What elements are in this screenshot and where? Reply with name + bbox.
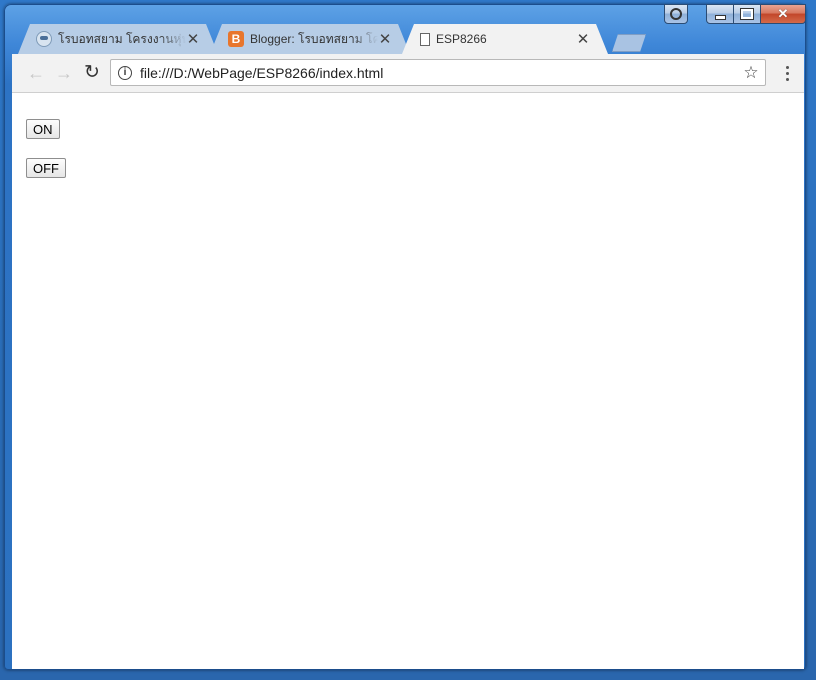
robot-favicon-icon [36, 31, 52, 47]
url-text[interactable]: file:///D:/WebPage/ESP8266/index.html [140, 65, 741, 81]
blogger-favicon-icon: B [228, 31, 244, 47]
maximize-button[interactable] [734, 4, 761, 24]
window-controls: ✕ [706, 4, 806, 24]
close-window-button[interactable]: ✕ [761, 4, 806, 24]
tab-close-icon[interactable]: ✕ [378, 30, 392, 48]
minimize-icon [714, 14, 726, 20]
new-tab-button[interactable] [612, 34, 646, 52]
on-button[interactable]: ON [26, 119, 60, 139]
info-icon[interactable]: i [118, 65, 132, 80]
bookmark-star-icon[interactable]: ☆ [741, 63, 761, 83]
user-icon [670, 8, 682, 20]
tab-close-icon[interactable]: ✕ [576, 30, 590, 48]
back-arrow-icon[interactable]: ← [26, 63, 46, 83]
forward-arrow-icon[interactable]: → [54, 63, 74, 83]
tab-title: ESP8266 [436, 32, 487, 46]
browser-toolbar: ← → ↻ i file:///D:/WebPage/ESP8266/index… [12, 54, 804, 93]
tab-blogger[interactable]: B Blogger: โรบอทสยาม โครงงาน ✕ [210, 24, 410, 54]
minimize-button[interactable] [706, 4, 734, 24]
tab-title: โรบอทสยาม โครงงานหุ่นยนต์ [58, 31, 186, 46]
profile-button[interactable] [664, 4, 688, 24]
browser-window: ✕ โรบอทสยาม โครงงานหุ่นยนต์ ✕ B Blogger:… [4, 4, 806, 670]
close-icon: ✕ [777, 6, 789, 21]
tab-esp8266[interactable]: ESP8266 ✕ [402, 24, 608, 54]
menu-kebab-icon[interactable] [782, 63, 792, 83]
tab-title: Blogger: โรบอทสยาม โครงงาน [250, 31, 378, 46]
page-viewport: ON OFF [12, 93, 804, 669]
off-button[interactable]: OFF [26, 158, 66, 178]
address-bar[interactable]: i file:///D:/WebPage/ESP8266/index.html … [110, 59, 766, 86]
tab-close-icon[interactable]: ✕ [186, 30, 200, 48]
tab-robotsiam[interactable]: โรบอทสยาม โครงงานหุ่นยนต์ ✕ [18, 24, 218, 54]
reload-icon[interactable]: ↻ [82, 63, 102, 83]
maximize-icon [740, 8, 754, 20]
page-favicon-icon [420, 32, 430, 46]
